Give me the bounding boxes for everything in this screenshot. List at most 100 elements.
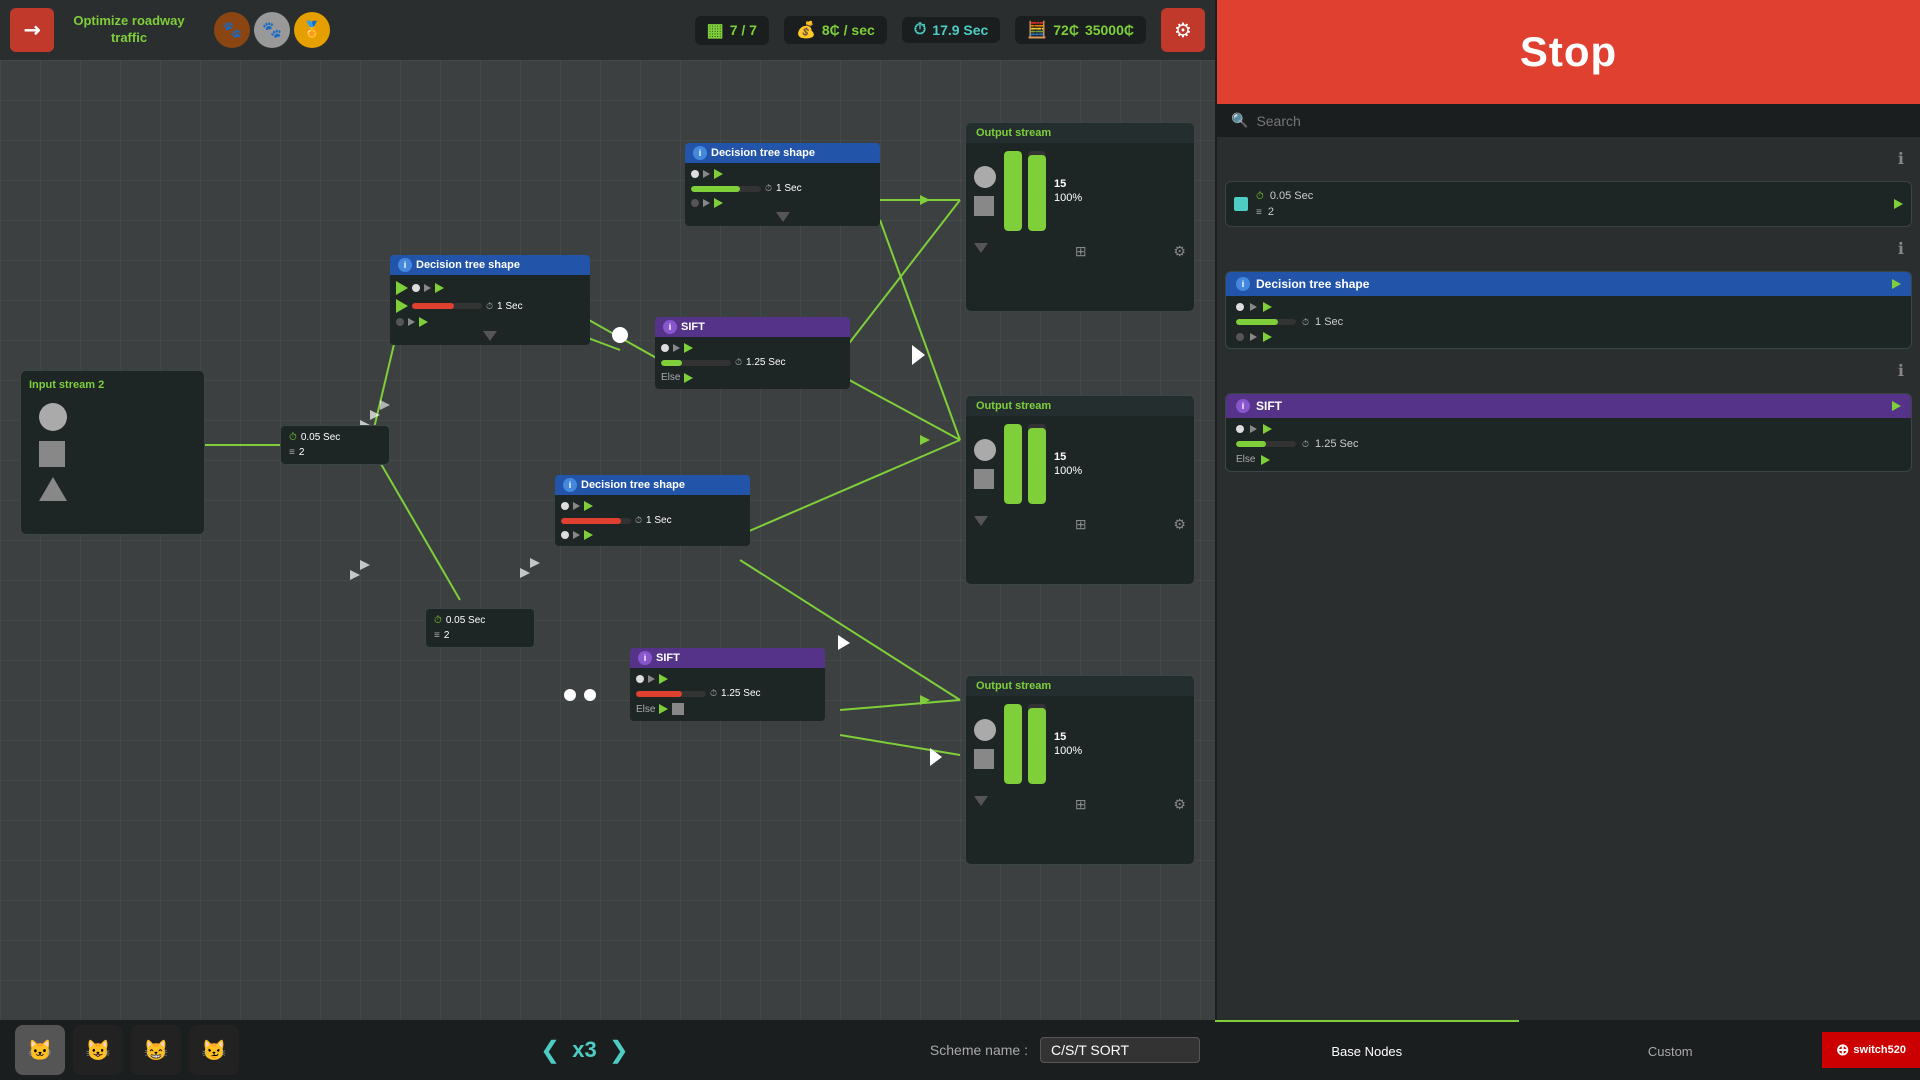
right-sift-timer-row: ⏱ 1.25 Sec [1236, 438, 1901, 450]
switch-label: switch520 [1853, 1044, 1906, 1056]
process-node-2[interactable]: ⏱ 0.05 Sec ≡ 2 [425, 608, 535, 648]
avatar-1: 🐾 [214, 12, 250, 48]
right-decision-header: i Decision tree shape [1226, 272, 1911, 296]
switch-badge[interactable]: ⊕ switch520 [1822, 1032, 1920, 1068]
multiplier-control: ❮ x3 ❯ [540, 1036, 629, 1065]
info-button-1[interactable]: ℹ [1898, 149, 1904, 169]
output-2-layers[interactable]: ⊞ [1075, 516, 1087, 533]
cat-icon-1[interactable]: 🐱 [15, 1025, 65, 1075]
right-sift-dot-row [1236, 424, 1901, 434]
sift-node-2-else: Else [636, 704, 655, 715]
output-stream-2-header: Output stream [966, 396, 1194, 416]
output-sliders-3 [1004, 704, 1046, 784]
output-1-layers[interactable]: ⊞ [1075, 243, 1087, 260]
decision-node-1-label: Decision tree shape [416, 259, 520, 271]
sift-node-1[interactable]: i SIFT ⏱ 1.25 Sec Else [655, 317, 850, 389]
right-process-count-row-1: ≡ 2 [1256, 206, 1886, 218]
tab-custom[interactable]: Custom [1519, 1020, 1823, 1080]
settings-button[interactable]: ⚙ [1161, 8, 1205, 52]
output-1-gear[interactable]: ⚙ [1173, 243, 1186, 260]
output-3-gear[interactable]: ⚙ [1173, 796, 1186, 813]
sift-node-1-dot-row [661, 341, 844, 355]
process-icon-1 [1234, 197, 1248, 211]
output-square-3 [974, 749, 994, 769]
sift-node-1-label: SIFT [681, 321, 705, 333]
output-pct-3: 100% [1054, 745, 1082, 757]
scheme-name-area: Scheme name : [930, 1037, 1200, 1063]
search-icon: 🔍 [1231, 112, 1248, 129]
timer-value: 17.9 Sec [932, 22, 988, 38]
right-sift-body: ⏱ 1.25 Sec Else [1226, 418, 1911, 471]
scheme-name-input[interactable] [1040, 1037, 1200, 1063]
right-sift-card[interactable]: i SIFT ⏱ 1.25 Sec Else [1225, 393, 1912, 472]
bottom-right-tabs: Base Nodes Custom ⊕ switch520 [1215, 1020, 1920, 1080]
decision-node-2[interactable]: i Decision tree shape ⏱ 1 Sec [555, 475, 750, 546]
output-circle-1 [974, 166, 996, 188]
sift-node-2-bar-row: ⏱ 1.25 Sec [636, 686, 819, 701]
process-node-2-row: ⏱ 0.05 Sec [434, 613, 526, 628]
right-decision-label: Decision tree shape [1256, 277, 1369, 291]
process-expand-arrow-1[interactable] [1894, 199, 1903, 209]
output-value-2: 15 [1054, 451, 1082, 463]
decision-node-3-label: Decision tree shape [711, 147, 815, 159]
output-pct-1: 100% [1054, 192, 1082, 204]
decision-node-3-header: i Decision tree shape [685, 143, 880, 163]
mult-increase-button[interactable]: ❯ [609, 1036, 629, 1065]
stop-button[interactable]: Stop [1217, 0, 1920, 104]
timer-stat: ⏱ 17.9 Sec [902, 17, 1001, 43]
output-square-1 [974, 196, 994, 216]
avatars: 🐾 🐾 🏅 [214, 12, 330, 48]
avatar-2: 🐾 [254, 12, 290, 48]
sift-node-2-label: SIFT [656, 652, 680, 664]
decision-node-1-dot-row [396, 279, 584, 297]
process-node-1[interactable]: ⏱ 0.05 Sec ≡ 2 [280, 425, 390, 465]
avatar-3: 🏅 [294, 12, 330, 48]
output-3-layers[interactable]: ⊞ [1075, 796, 1087, 813]
right-process-timer-row-1: ⏱ 0.05 Sec [1256, 190, 1886, 202]
sift-node-2-else-row: Else [636, 701, 819, 717]
score-value: 72₵ [1053, 22, 1079, 38]
decision-node-2-bar-row: ⏱ 1 Sec [561, 513, 744, 528]
decision-node-3[interactable]: i Decision tree shape ⏱ 1 Sec [685, 143, 880, 226]
cat-icon-2[interactable]: 😺 [73, 1025, 123, 1075]
right-decision-card[interactable]: i Decision tree shape ⏱ 1 Sec [1225, 271, 1912, 349]
tab-base-nodes[interactable]: Base Nodes [1215, 1020, 1519, 1080]
output-stream-1-body: 15 100% [966, 143, 1194, 239]
info-button-2[interactable]: ℹ [1898, 239, 1904, 259]
output-shapes-2 [974, 439, 996, 489]
input-stream-label: Input stream 2 [29, 379, 196, 391]
output-2-gear[interactable]: ⚙ [1173, 516, 1186, 533]
mult-decrease-button[interactable]: ❮ [540, 1036, 560, 1065]
sift-node-1-header: i SIFT [655, 317, 850, 337]
info-button-3[interactable]: ℹ [1898, 361, 1904, 381]
decision-node-1-bar-row: ⏱ 1 Sec [396, 297, 584, 315]
decision-node-2-dot-row [561, 499, 744, 513]
output-slider-fill-1a [1004, 151, 1022, 231]
decision-node-1-timer: 1 Sec [497, 301, 523, 312]
progress-stat: ▦ 7 / 7 [695, 16, 769, 45]
decision-node-1-body: ⏱ 1 Sec [390, 275, 590, 345]
right-sift-expand[interactable] [1892, 401, 1901, 411]
process-node-2-timer: 0.05 Sec [446, 615, 485, 626]
right-decision-expand[interactable] [1892, 279, 1901, 289]
process-node-1-count: 2 [299, 447, 305, 458]
decision-node-1[interactable]: i Decision tree shape ⏱ 1 Sec [390, 255, 590, 345]
right-process-card-1[interactable]: ⏱ 0.05 Sec ≡ 2 [1225, 181, 1912, 227]
cat-icons: 🐱 😺 😸 😼 [15, 1025, 239, 1075]
sift-square-output [672, 703, 684, 715]
back-button[interactable]: ↖ [10, 8, 54, 52]
output-stream-1: Output stream 15 100% ⊞ ⚙ [965, 122, 1195, 312]
output-stream-3-header: Output stream [966, 676, 1194, 696]
shape-square [39, 441, 65, 467]
output-slider-fill-2b [1028, 428, 1046, 504]
output-slider-fill-3a [1004, 704, 1022, 784]
main-canvas: Input stream 2 ⏱ 0.05 Sec ≡ 2 i Decision… [0, 60, 1215, 1020]
sift-node-2[interactable]: i SIFT ⏱ 1.25 Sec Else [630, 648, 825, 721]
cat-icon-4[interactable]: 😼 [189, 1025, 239, 1075]
cat-icon-3[interactable]: 😸 [131, 1025, 181, 1075]
search-input[interactable] [1256, 113, 1906, 129]
bottom-bar: 🐱 😺 😸 😼 ❮ x3 ❯ Scheme name : [0, 1020, 1215, 1080]
scheme-label: Scheme name : [930, 1042, 1028, 1058]
decision-node-2-timer: 1 Sec [646, 515, 672, 526]
output-stream-3-body: 15 100% [966, 696, 1194, 792]
